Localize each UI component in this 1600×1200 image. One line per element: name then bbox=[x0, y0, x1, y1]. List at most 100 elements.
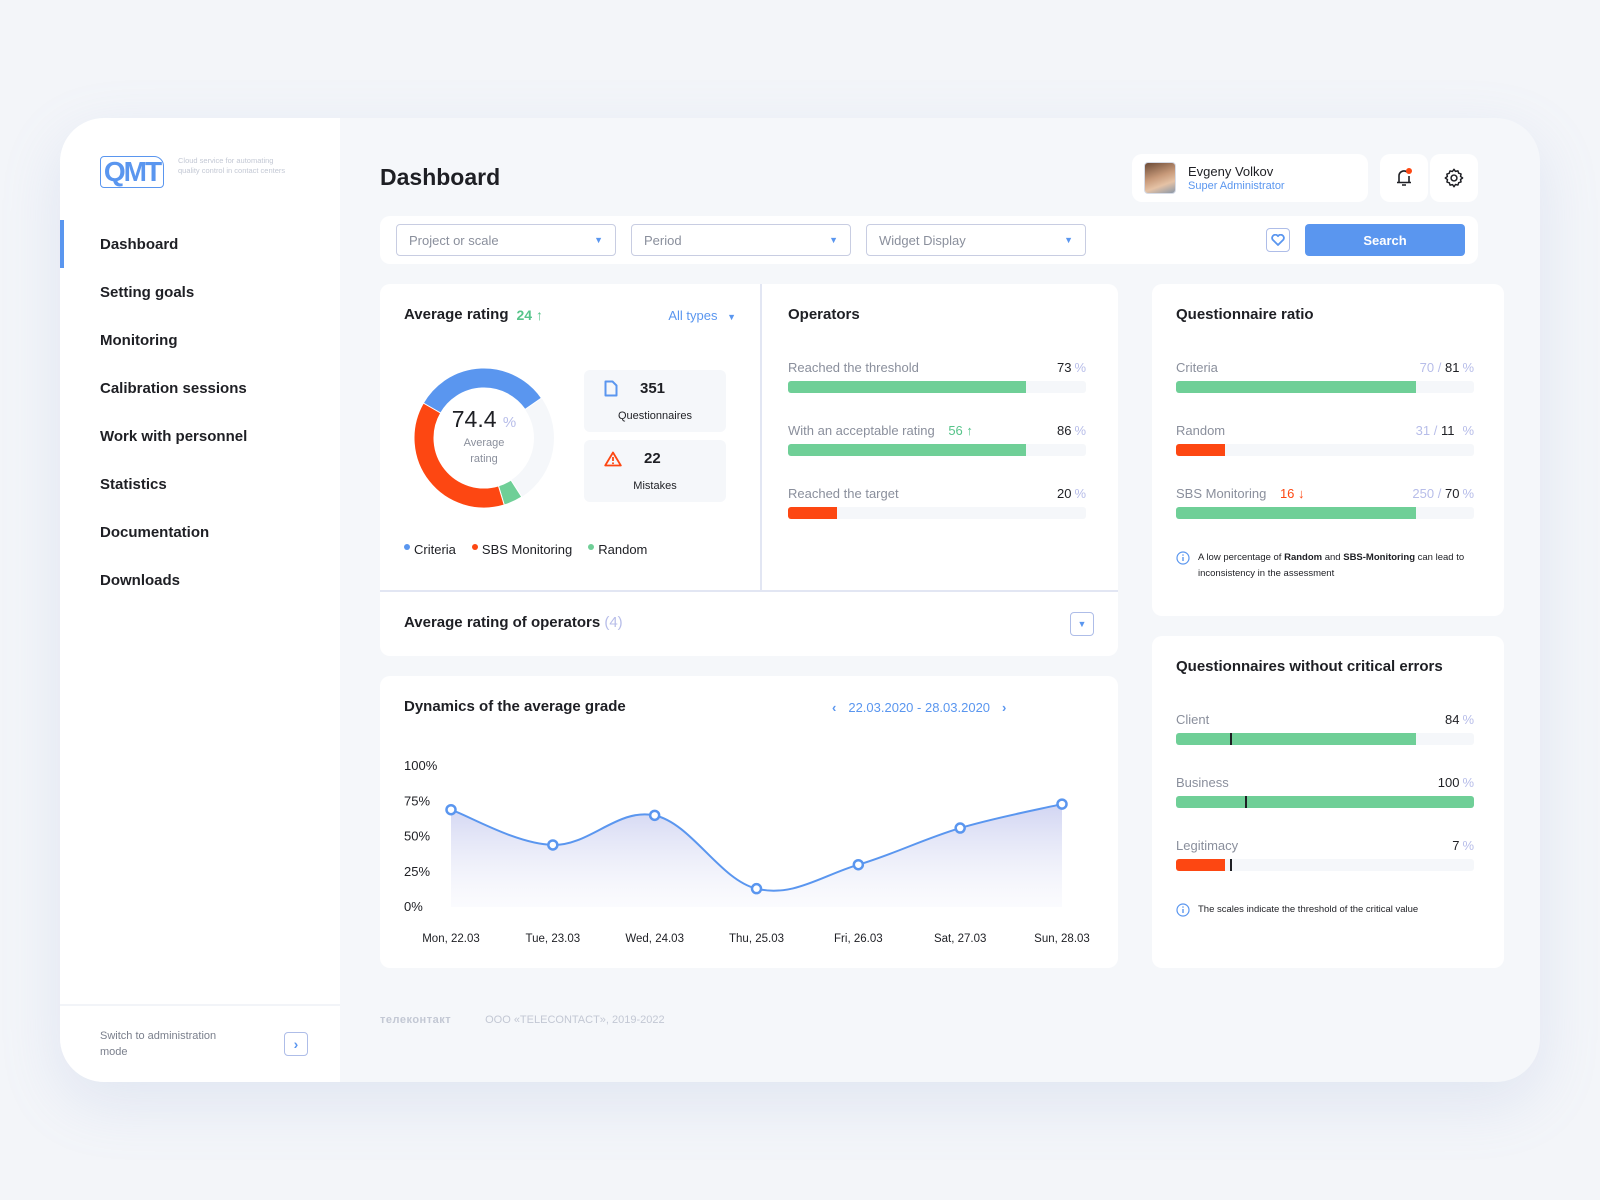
favorite-button[interactable] bbox=[1266, 228, 1290, 252]
bar-label: Random bbox=[1176, 423, 1226, 438]
avatar bbox=[1144, 162, 1176, 194]
ratio-row-random: Random 31 / 11% bbox=[1176, 423, 1474, 456]
bar-value: 70 bbox=[1444, 486, 1460, 501]
bar-total: 31 bbox=[1415, 423, 1431, 438]
progress-fill bbox=[1176, 444, 1226, 456]
donut-center: 74.4 % Average rating bbox=[404, 406, 564, 467]
user-name: Evgeny Volkov bbox=[1188, 164, 1274, 179]
progress-fill bbox=[788, 444, 1027, 456]
type-filter-label: All types bbox=[668, 308, 718, 323]
x-tick-label: Tue, 23.03 bbox=[526, 933, 581, 945]
data-point[interactable] bbox=[852, 858, 865, 871]
operators-row-acceptable: With an acceptable rating 56 ↑ 86% bbox=[788, 423, 1086, 456]
notifications-button[interactable] bbox=[1380, 154, 1428, 202]
app-window: QMT Cloud service for automating quality… bbox=[60, 118, 1540, 1082]
period-select[interactable]: Period ▼ bbox=[631, 224, 851, 256]
progress-fill bbox=[1176, 507, 1416, 519]
data-point[interactable] bbox=[1056, 798, 1068, 810]
x-tick-label: Thu, 25.03 bbox=[729, 933, 784, 945]
progress-track bbox=[788, 444, 1086, 456]
user-profile[interactable]: Evgeny Volkov Super Administrator bbox=[1132, 154, 1368, 202]
bell-icon bbox=[1397, 168, 1412, 186]
progress-track bbox=[1176, 733, 1474, 745]
bar-value: 11 bbox=[1440, 423, 1455, 438]
sidebar-item-documentation[interactable]: Documentation bbox=[60, 508, 340, 556]
expand-button[interactable]: ▼ bbox=[1070, 612, 1094, 636]
sidebar-item-monitoring[interactable]: Monitoring bbox=[60, 316, 340, 364]
document-icon bbox=[604, 380, 618, 397]
dynamics-card: Dynamics of the average grade ‹ 22.03.20… bbox=[380, 676, 1118, 968]
threshold-marker bbox=[1244, 796, 1247, 808]
logo[interactable]: QMT bbox=[100, 156, 164, 188]
chevron-down-icon: ▼ bbox=[1064, 235, 1073, 245]
legend-dot bbox=[471, 544, 478, 550]
bar-total: 250 bbox=[1412, 486, 1435, 501]
progress-fill bbox=[1176, 733, 1416, 745]
sidebar-item-statistics[interactable]: Statistics bbox=[60, 460, 340, 508]
average-rating-unit: % bbox=[502, 414, 517, 431]
admin-mode-button[interactable]: › bbox=[284, 1032, 308, 1056]
threshold-marker bbox=[1229, 859, 1232, 871]
operators-panel: Operators Reached the threshold 73% With… bbox=[764, 284, 1118, 590]
bar-delta: 56 ↑ bbox=[948, 423, 973, 438]
brand: QMT Cloud service for automating quality… bbox=[100, 156, 288, 188]
critical-errors-card: Questionnaires without critical errors C… bbox=[1152, 636, 1504, 968]
data-point[interactable] bbox=[445, 803, 457, 816]
legend-dot bbox=[588, 544, 595, 550]
bar-value: 20 bbox=[1056, 486, 1072, 501]
bar-label: SBS Monitoring bbox=[1176, 486, 1267, 501]
chevron-right-icon: › bbox=[293, 1036, 299, 1052]
notification-dot bbox=[1406, 168, 1412, 174]
operators-row-threshold: Reached the threshold 73% bbox=[788, 360, 1086, 393]
bar-label: With an acceptable rating bbox=[788, 423, 935, 438]
sidebar-item-setting-goals[interactable]: Setting goals bbox=[60, 268, 340, 316]
ratio-note: A low percentage of Random and SBS-Monit… bbox=[1176, 550, 1476, 582]
bar-label: Business bbox=[1176, 775, 1229, 790]
x-tick-label: Fri, 26.03 bbox=[834, 933, 883, 945]
x-tick-label: Sat, 27.03 bbox=[934, 933, 986, 945]
donut-legend: Criteria SBS Monitoring Random bbox=[404, 542, 647, 557]
chevron-down-icon: ▼ bbox=[594, 235, 603, 245]
footer-brand: телеконтакт bbox=[380, 1014, 452, 1026]
questionnaires-label: Questionnaires bbox=[618, 410, 692, 422]
ratio-note-text: A low percentage of Random and SBS-Monit… bbox=[1198, 552, 1465, 579]
bar-label: Legitimacy bbox=[1176, 838, 1239, 853]
average-rating-operators-row[interactable]: Average rating of operators (4) ▼ bbox=[380, 592, 1118, 656]
sidebar-item-downloads[interactable]: Downloads bbox=[60, 556, 340, 604]
type-filter-dropdown[interactable]: All types ▼ bbox=[668, 308, 736, 323]
page-title: Dashboard bbox=[380, 164, 501, 190]
progress-track bbox=[1176, 381, 1474, 393]
bar-value: 100 bbox=[1437, 775, 1460, 790]
project-select[interactable]: Project or scale ▼ bbox=[396, 224, 616, 256]
widget-display-select[interactable]: Widget Display ▼ bbox=[866, 224, 1086, 256]
arrow-up-icon: ↑ bbox=[535, 306, 543, 323]
progress-track bbox=[788, 381, 1086, 393]
footer-copyright: ООО «TELECONTACT», 2019-2022 bbox=[485, 1014, 665, 1026]
mistakes-label: Mistakes bbox=[633, 480, 677, 492]
y-tick-label: 75% bbox=[404, 793, 430, 808]
tagline: Cloud service for automating quality con… bbox=[178, 156, 286, 175]
bar-label: Reached the target bbox=[788, 486, 899, 501]
bar-value: 81 bbox=[1444, 360, 1460, 375]
y-tick-label: 50% bbox=[404, 829, 430, 844]
sidebar-item-work-with-personnel[interactable]: Work with personnel bbox=[60, 412, 340, 460]
bar-value: 73 bbox=[1056, 360, 1072, 375]
mistakes-count: 22 bbox=[644, 450, 661, 467]
data-point[interactable] bbox=[750, 882, 763, 895]
data-point[interactable] bbox=[954, 822, 966, 834]
data-point[interactable] bbox=[547, 839, 559, 851]
operators-title: Operators bbox=[788, 306, 860, 323]
mistakes-stat: 22 Mistakes bbox=[584, 440, 726, 502]
gear-icon bbox=[1444, 168, 1464, 188]
questionnaire-ratio-card: Questionnaire ratio Criteria 70 / 81% Ra… bbox=[1152, 284, 1504, 616]
sidebar-item-calibration-sessions[interactable]: Calibration sessions bbox=[60, 364, 340, 412]
sidebar-item-dashboard[interactable]: Dashboard bbox=[60, 220, 340, 268]
search-button[interactable]: Search bbox=[1305, 224, 1465, 256]
bar-label: Reached the threshold bbox=[788, 360, 919, 375]
data-point[interactable] bbox=[648, 809, 661, 822]
avg-rating-operators-count: (4) bbox=[604, 614, 623, 631]
average-rating-delta: 24 ↑ bbox=[516, 306, 543, 323]
settings-button[interactable] bbox=[1430, 154, 1478, 202]
filter-bar: Project or scale ▼ Period ▼ Widget Displ… bbox=[380, 216, 1478, 264]
project-select-placeholder: Project or scale bbox=[409, 232, 499, 248]
